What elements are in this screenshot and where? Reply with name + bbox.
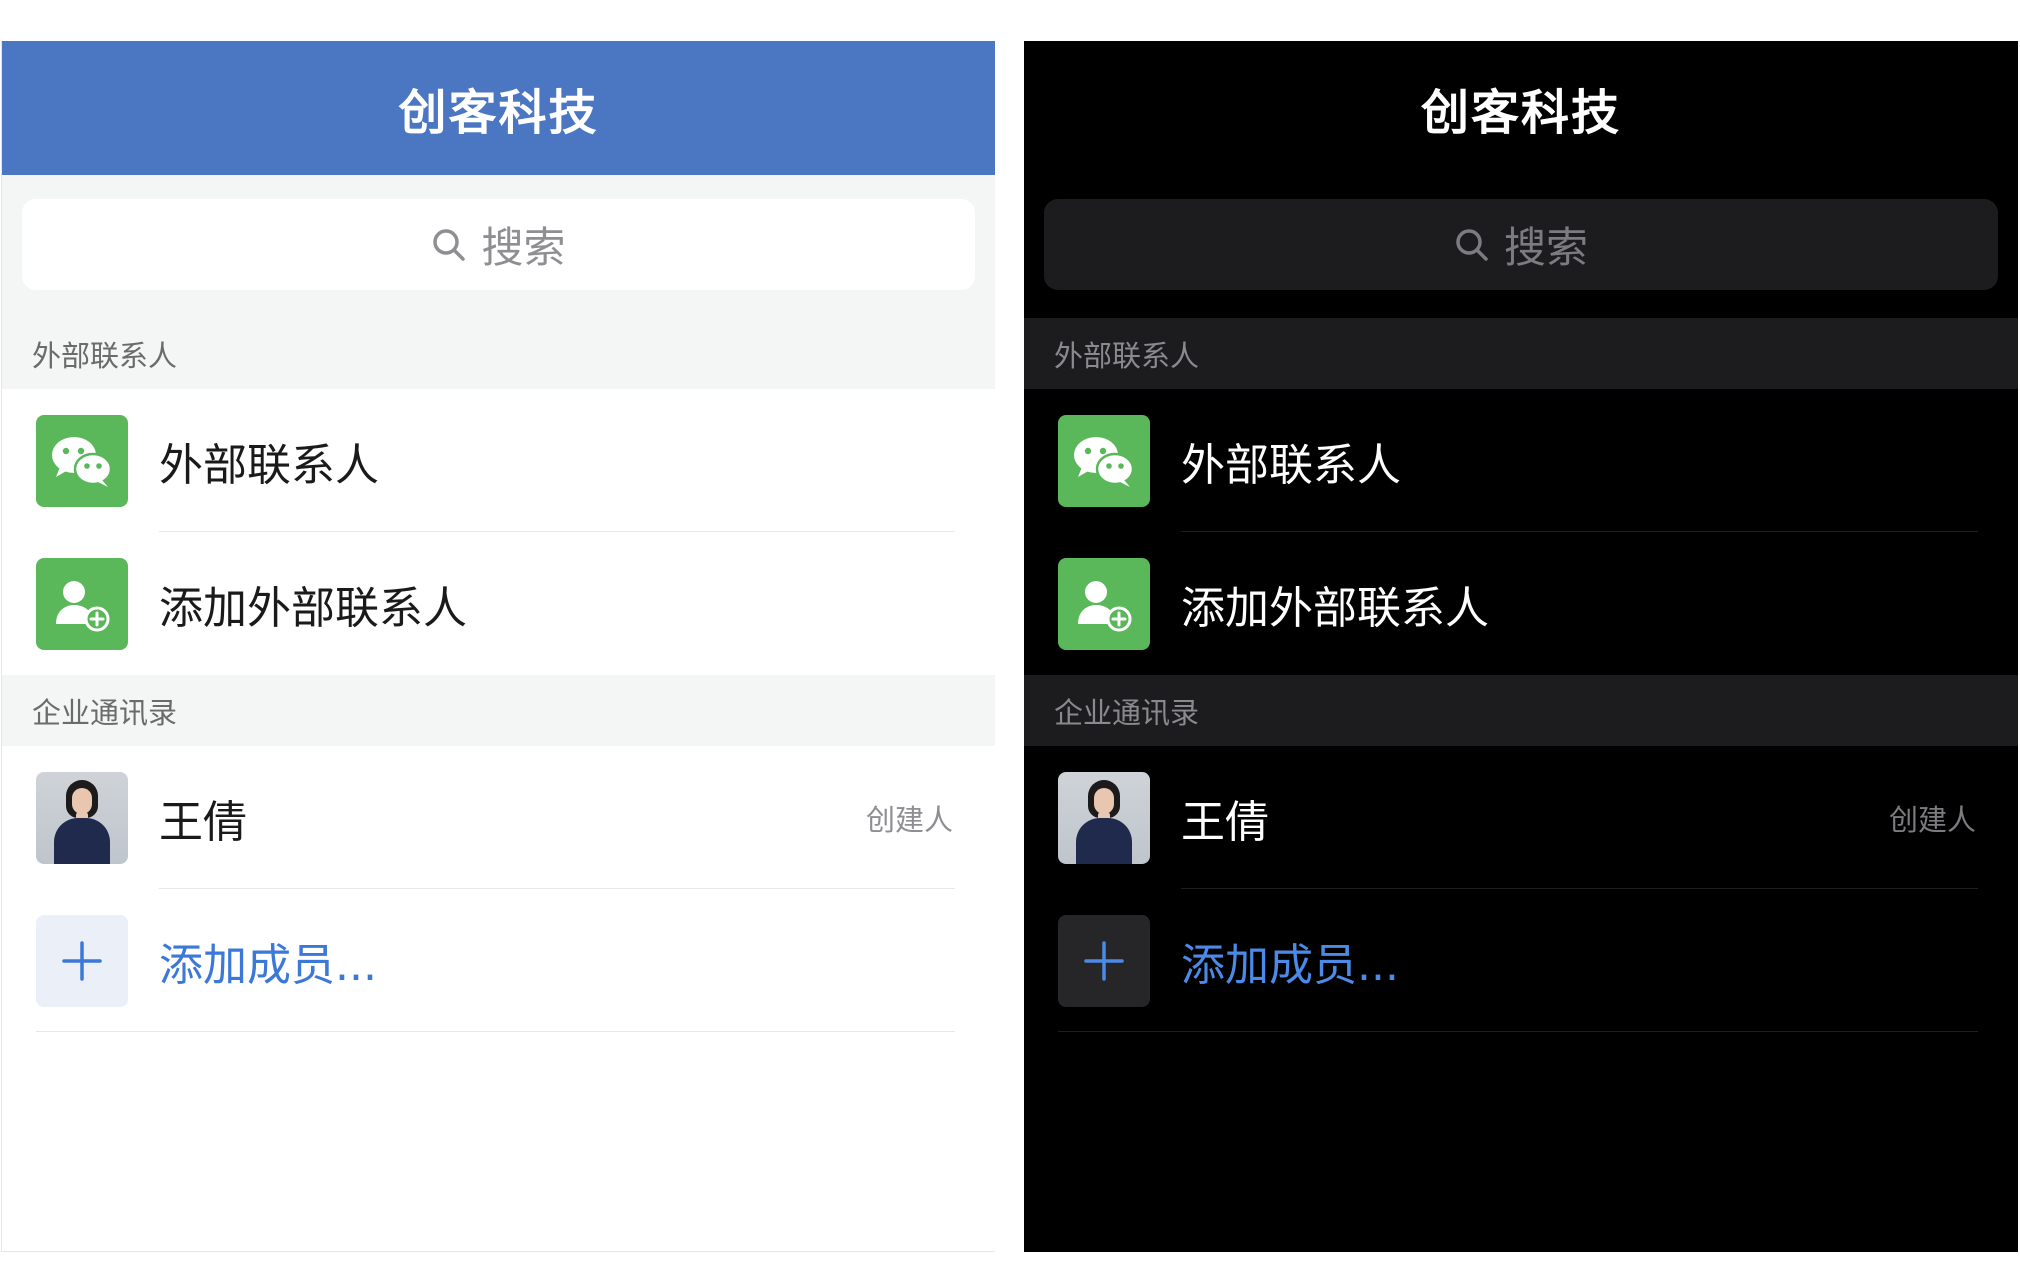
- navigation-bar: 创客科技: [2, 41, 995, 175]
- wechat-icon: [36, 415, 128, 507]
- search-icon: [431, 227, 467, 263]
- wechat-icon: [1058, 415, 1150, 507]
- page-title: 创客科技: [398, 85, 599, 141]
- add-member-button[interactable]: 添加成员...: [1024, 889, 2018, 1032]
- list-item-label: 外部联系人: [159, 439, 379, 491]
- list-item-external-contacts[interactable]: 外部联系人: [1024, 389, 2018, 532]
- search-area: 搜索: [2, 175, 995, 318]
- search-input[interactable]: 搜索: [22, 199, 975, 290]
- add-contact-icon: [36, 558, 128, 650]
- divider: [1058, 1031, 1978, 1032]
- list-item-add-external-contact[interactable]: 添加外部联系人: [2, 532, 995, 675]
- list-item-label: 外部联系人: [1181, 439, 1401, 491]
- member-role-badge: 创建人: [865, 802, 953, 837]
- light-mode-screen: 创客科技 搜索 外部联系人 外部联系人 添加外部联系人 企业通讯录 王倩 创建人…: [1, 41, 995, 1252]
- directory-list: 王倩 创建人 添加成员...: [2, 746, 995, 1032]
- list-item-external-contacts[interactable]: 外部联系人: [2, 389, 995, 532]
- dark-mode-screen: 创客科技 搜索 外部联系人 外部联系人 添加外部联系人 企业通讯录 王倩 创建人…: [1024, 41, 2018, 1252]
- avatar: [36, 772, 128, 864]
- member-name: 王倩: [1181, 796, 1269, 848]
- directory-list: 王倩 创建人 添加成员...: [1024, 746, 2018, 1032]
- avatar: [1058, 772, 1150, 864]
- page-title: 创客科技: [1420, 85, 1621, 141]
- external-contacts-list: 外部联系人 添加外部联系人: [1024, 389, 2018, 675]
- plus-icon: [1058, 915, 1150, 1007]
- add-member-label: 添加成员...: [159, 939, 377, 991]
- search-input[interactable]: 搜索: [1044, 199, 1998, 290]
- list-item-label: 添加外部联系人: [1181, 582, 1489, 634]
- search-placeholder: 搜索: [1503, 223, 1588, 272]
- list-item-label: 添加外部联系人: [159, 582, 467, 634]
- add-contact-icon: [1058, 558, 1150, 650]
- list-item-member[interactable]: 王倩 创建人: [1024, 746, 2018, 889]
- list-item-add-external-contact[interactable]: 添加外部联系人: [1024, 532, 2018, 675]
- member-name: 王倩: [159, 796, 247, 848]
- section-header-external: 外部联系人: [2, 318, 995, 389]
- navigation-bar: 创客科技: [1024, 41, 2018, 175]
- divider: [36, 1031, 955, 1032]
- plus-icon: [36, 915, 128, 1007]
- add-member-label: 添加成员...: [1181, 939, 1399, 991]
- section-header-directory: 企业通讯录: [2, 675, 995, 746]
- list-item-member[interactable]: 王倩 创建人: [2, 746, 995, 889]
- section-header-external: 外部联系人: [1024, 318, 2018, 389]
- search-placeholder: 搜索: [481, 223, 566, 272]
- section-header-directory: 企业通讯录: [1024, 675, 2018, 746]
- add-member-button[interactable]: 添加成员...: [2, 889, 995, 1032]
- screenshot-canvas: 创客科技 搜索 外部联系人 外部联系人 添加外部联系人 企业通讯录 王倩 创建人…: [0, 0, 2020, 1280]
- external-contacts-list: 外部联系人 添加外部联系人: [2, 389, 995, 675]
- member-role-badge: 创建人: [1888, 802, 1976, 837]
- search-area: 搜索: [1024, 175, 2018, 318]
- search-icon: [1454, 227, 1490, 263]
